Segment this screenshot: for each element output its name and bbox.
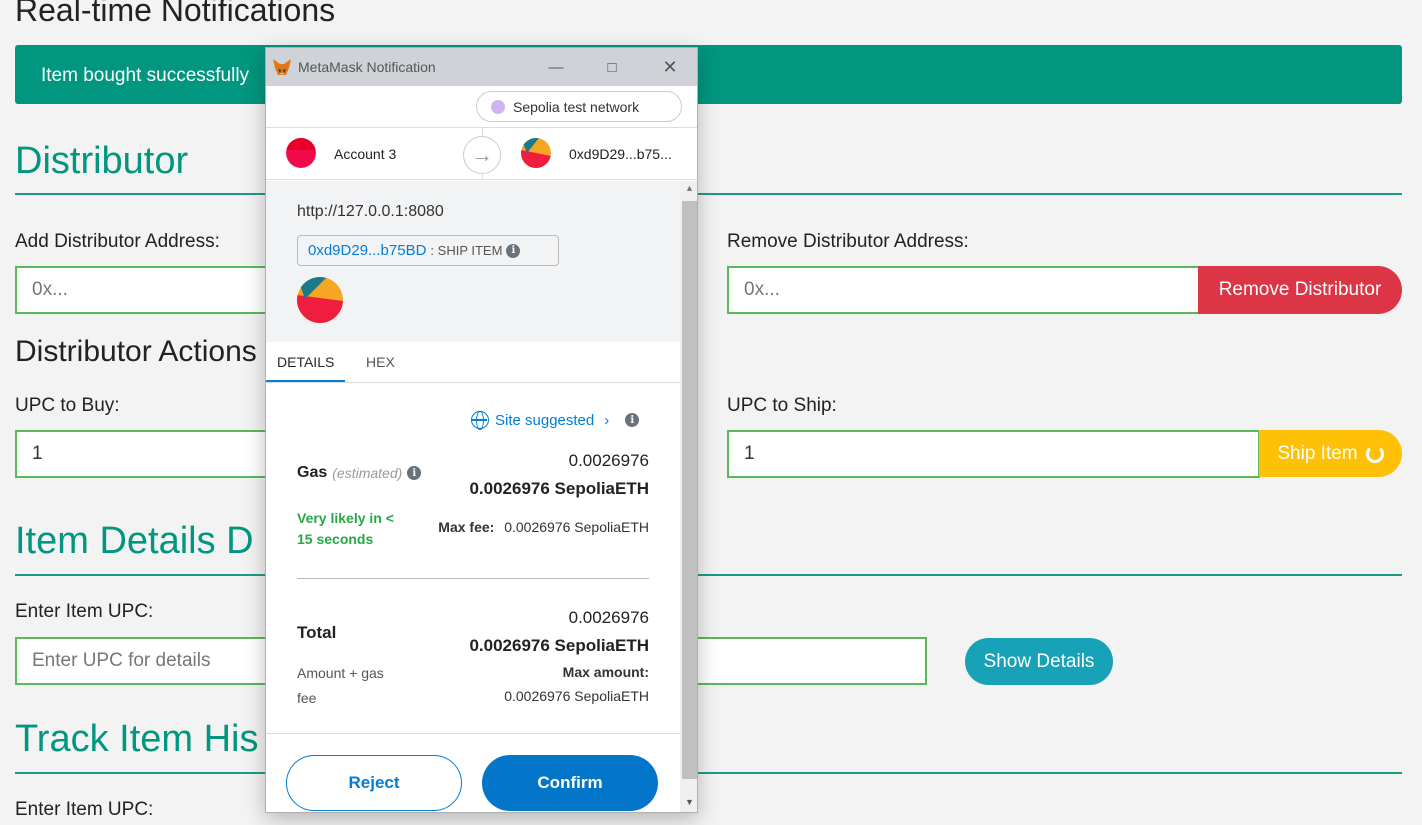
arrow-right-icon: → (463, 136, 501, 174)
active-tab-indicator (266, 380, 345, 382)
contract-address[interactable]: 0xd9D29...b75BD (308, 242, 426, 259)
reject-button[interactable]: Reject (286, 755, 462, 811)
metamask-window: MetaMask Notification — □ ✕ Sepolia test… (265, 47, 698, 813)
close-icon[interactable]: ✕ (642, 48, 697, 86)
contract-method-chip[interactable]: 0xd9D29...b75BD : SHIP ITEM i (297, 235, 559, 266)
scroll-down-icon[interactable]: ▼ (685, 797, 694, 807)
gas-likely-time: Very likely in < 15 seconds (297, 510, 394, 547)
gas-value: 0.0026976 (568, 451, 649, 470)
network-dot-icon (491, 99, 505, 114)
from-account-avatar (286, 138, 316, 168)
chevron-right-icon: › (604, 411, 610, 429)
divider (15, 772, 1402, 774)
max-fee-label: Max fee: (438, 519, 495, 535)
item-upc-label: Enter Item UPC: (15, 601, 154, 622)
max-fee-row: Max fee: 0.0026976 SepoliaETH (438, 519, 649, 535)
scrollbar-thumb[interactable] (682, 201, 697, 779)
track-upc-label: Enter Item UPC: (15, 799, 154, 820)
remove-distributor-label: Remove Distributor Address: (727, 231, 969, 252)
window-titlebar[interactable]: MetaMask Notification — □ ✕ (266, 48, 697, 86)
account-row: Account 3 → 0xd9D29...b75... (266, 128, 697, 180)
tab-details[interactable]: DETAILS (277, 354, 334, 370)
action-footer: Reject Confirm (266, 733, 680, 812)
amount-gas-fee-label: Amount + gas fee (297, 665, 384, 706)
info-icon[interactable]: i (625, 413, 640, 427)
site-suggested-link[interactable]: Site suggested › i (471, 411, 640, 430)
max-fee-value: 0.0026976 SepoliaETH (504, 519, 649, 535)
confirm-button[interactable]: Confirm (482, 755, 658, 811)
upc-to-ship-label: UPC to Ship: (727, 395, 837, 416)
page-title: Real-time Notifications (15, 0, 336, 28)
distributor-heading: Distributor (15, 140, 189, 182)
distributor-actions-heading: Distributor Actions (15, 335, 257, 368)
network-selector[interactable]: Sepolia test network (476, 91, 682, 122)
max-amount-label: Max amount: (562, 664, 649, 680)
details-panel: Site suggested › i Gas (estimated) i 0.0… (266, 383, 680, 733)
divider (297, 578, 649, 579)
notification-banner: Item bought successfully (15, 45, 1402, 104)
scroll-up-icon[interactable]: ▲ (685, 183, 694, 193)
from-account-name: Account 3 (334, 146, 397, 162)
upc-to-ship-input[interactable]: 1 (727, 430, 1260, 478)
maximize-icon[interactable]: □ (584, 48, 640, 86)
total-value: 0.0026976 (568, 608, 649, 627)
gas-value-eth: 0.0026976 SepoliaETH (469, 479, 649, 498)
tab-hex[interactable]: HEX (366, 354, 395, 370)
info-icon[interactable]: i (407, 466, 422, 480)
show-details-button[interactable]: Show Details (965, 638, 1113, 685)
upc-to-buy-input[interactable]: 1 (15, 430, 275, 478)
origin-url: http://127.0.0.1:8080 (297, 203, 444, 220)
tabs-bar: DETAILS HEX (266, 342, 680, 383)
upc-to-buy-label: UPC to Buy: (15, 395, 120, 416)
divider (15, 193, 1402, 195)
gas-label: Gas (297, 464, 328, 481)
network-row: Sepolia test network (266, 86, 697, 128)
remove-distributor-button[interactable]: Remove Distributor (1198, 266, 1402, 314)
confirmation-body: http://127.0.0.1:8080 0xd9D29...b75BD : … (266, 181, 680, 812)
scrollbar[interactable]: ▲ ▼ (680, 181, 697, 812)
to-address[interactable]: 0xd9D29...b75... (569, 146, 672, 162)
contract-method: : SHIP ITEM (430, 243, 503, 258)
item-details-heading: Item Details D (15, 520, 254, 562)
gas-estimated: (estimated) (332, 465, 403, 481)
gas-label-row: Gas (estimated) i (297, 464, 422, 482)
max-amount-value: 0.0026976 SepoliaETH (504, 688, 649, 704)
track-item-heading: Track Item His (15, 718, 259, 760)
site-suggested-label: Site suggested (495, 411, 595, 429)
info-icon[interactable]: i (506, 243, 521, 258)
add-distributor-input[interactable]: 0x... (15, 266, 275, 314)
minimize-icon[interactable]: — (528, 48, 584, 86)
remove-distributor-input[interactable]: 0x... (727, 266, 1200, 314)
spinner-icon (1365, 444, 1384, 463)
origin-panel: http://127.0.0.1:8080 0xd9D29...b75BD : … (266, 181, 680, 342)
ship-item-button[interactable]: Ship Item (1259, 430, 1402, 477)
network-name: Sepolia test network (513, 98, 640, 115)
globe-icon (471, 411, 489, 430)
contract-avatar (297, 277, 343, 323)
add-distributor-label: Add Distributor Address: (15, 231, 220, 252)
notification-text: Item bought successfully (41, 65, 250, 86)
to-account-avatar (521, 138, 551, 168)
total-value-eth: 0.0026976 SepoliaETH (469, 636, 649, 655)
ship-item-label: Ship Item (1277, 442, 1358, 464)
total-label: Total (297, 623, 337, 642)
window-title: MetaMask Notification (298, 59, 436, 75)
metamask-fox-icon (273, 59, 291, 75)
divider (15, 574, 1402, 576)
